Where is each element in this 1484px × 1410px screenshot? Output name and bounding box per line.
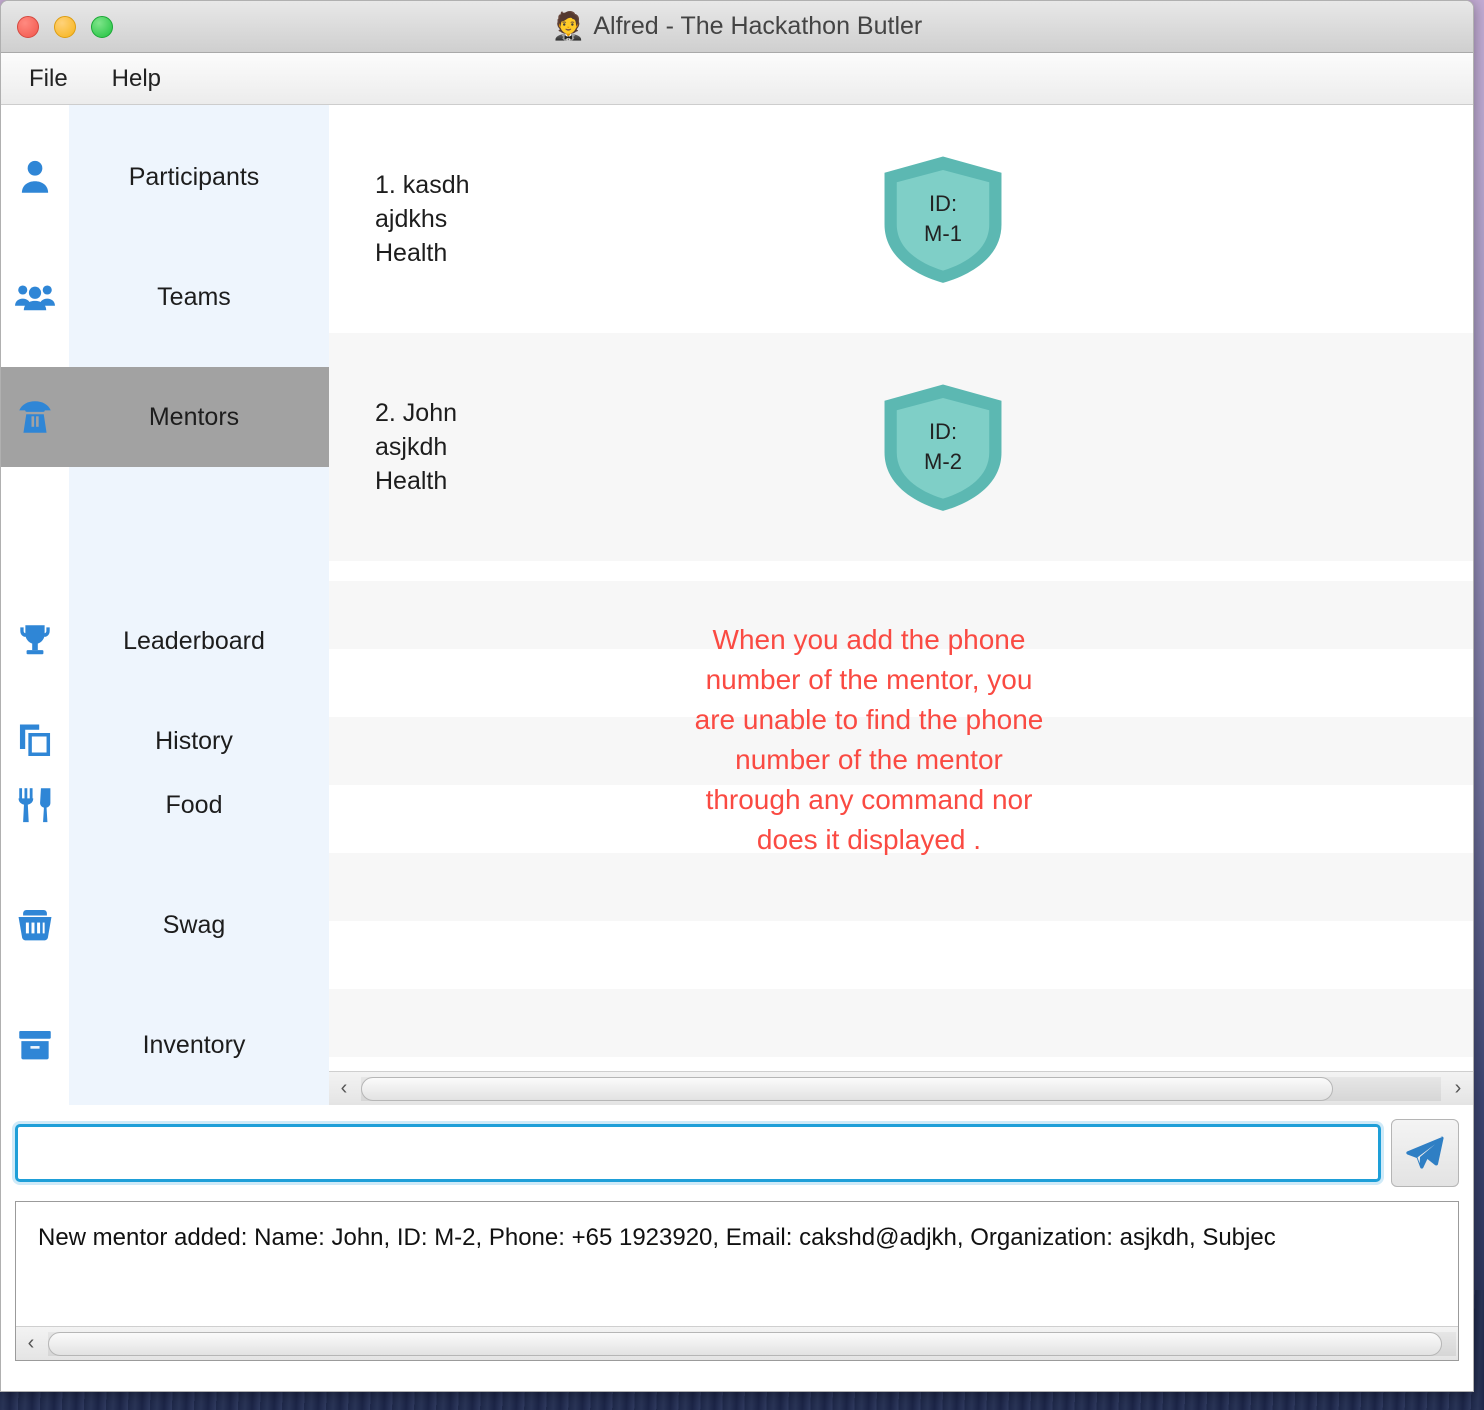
window-title-group: 🤵 Alfred - The Hackathon Butler	[1, 1, 1473, 52]
sidebar-item-participants[interactable]: Participants	[1, 127, 329, 227]
application-window: 🤵 Alfred - The Hackathon Butler File Hel…	[0, 0, 1474, 1392]
composer-row	[1, 1105, 1473, 1201]
butler-icon: 🤵	[551, 11, 586, 41]
command-input[interactable]	[15, 1124, 1381, 1182]
badge-value: M-2	[924, 449, 962, 474]
sidebar-item-swag[interactable]: Swag	[1, 875, 329, 975]
sidebar-item-label: Food	[165, 790, 223, 819]
sidebar-item-label: Leaderboard	[123, 626, 265, 655]
mentor-details: 1. kasdh ajdkhs Health	[375, 171, 470, 267]
paper-plane-icon	[1406, 1136, 1444, 1169]
status-horizontal-scrollbar[interactable]: ‹	[16, 1326, 1458, 1360]
badge-value: M-1	[924, 221, 962, 246]
scroll-thumb[interactable]	[48, 1331, 1442, 1356]
mentor-id-badge: ID: M-2	[875, 379, 1011, 515]
sidebar-item-label: History	[155, 726, 233, 755]
sidebar: Participants Teams Mentors Leaderboard H…	[1, 105, 329, 1105]
mentor-list-item[interactable]: 2. John asjkdh Health ID: M-2	[329, 333, 1473, 561]
badge-text: ID: M-2	[875, 417, 1011, 477]
minimize-window-button[interactable]	[54, 15, 76, 38]
title-bar: 🤵 Alfred - The Hackathon Butler	[1, 1, 1473, 53]
basket-icon	[1, 904, 69, 946]
detective-icon	[1, 396, 69, 438]
mentor-id-badge: ID: M-1	[875, 151, 1011, 287]
sidebar-item-food[interactable]: Food	[1, 755, 329, 855]
people-group-icon	[1, 276, 69, 318]
scroll-left-arrow-icon[interactable]: ‹	[16, 1332, 46, 1355]
badge-title: ID:	[928, 191, 958, 216]
mentor-list-item[interactable]: 1. kasdh ajdkhs Health ID: M-1	[329, 105, 1473, 333]
menu-file[interactable]: File	[29, 65, 68, 93]
status-message: New mentor added: Name: John, ID: M-2, P…	[38, 1224, 1276, 1251]
menu-bar: File Help	[1, 53, 1473, 105]
scroll-track[interactable]	[361, 1076, 1441, 1101]
sidebar-item-label: Inventory	[142, 1030, 246, 1059]
sidebar-item-leaderboard[interactable]: Leaderboard	[1, 591, 329, 691]
annotation-note: When you add the phone number of the men…	[694, 624, 1044, 855]
window-title: Alfred - The Hackathon Butler	[593, 12, 923, 40]
sidebar-item-label: Teams	[157, 282, 231, 311]
box-icon	[1, 1024, 69, 1066]
sidebar-item-label: Participants	[128, 162, 260, 191]
zoom-window-button[interactable]	[91, 15, 113, 38]
mentor-details: 2. John asjkdh Health	[375, 399, 458, 495]
badge-text: ID: M-1	[875, 189, 1011, 249]
trophy-icon	[1, 620, 69, 662]
sidebar-item-label: Swag	[162, 910, 226, 939]
status-output-box: New mentor added: Name: John, ID: M-2, P…	[15, 1201, 1459, 1361]
mentors-panel: 1. kasdh ajdkhs Health ID: M-1 2. John a…	[329, 105, 1473, 1105]
sidebar-item-mentors[interactable]: Mentors	[1, 367, 329, 467]
cutlery-icon	[1, 784, 69, 826]
scroll-thumb[interactable]	[361, 1076, 1333, 1101]
main-horizontal-scrollbar[interactable]: ‹ ›	[329, 1071, 1473, 1105]
window-controls	[1, 15, 113, 38]
sidebar-item-inventory[interactable]: Inventory	[1, 995, 329, 1095]
scroll-track[interactable]	[48, 1331, 1456, 1356]
menu-help[interactable]: Help	[112, 65, 161, 93]
send-button[interactable]	[1391, 1119, 1459, 1187]
sidebar-item-teams[interactable]: Teams	[1, 247, 329, 347]
window-body: Participants Teams Mentors Leaderboard H…	[1, 105, 1473, 1105]
person-icon	[1, 156, 69, 198]
scroll-left-arrow-icon[interactable]: ‹	[329, 1077, 359, 1100]
sidebar-item-label: Mentors	[148, 402, 240, 431]
close-window-button[interactable]	[17, 15, 39, 38]
badge-title: ID:	[928, 419, 958, 444]
scroll-right-arrow-icon[interactable]: ›	[1443, 1077, 1473, 1100]
